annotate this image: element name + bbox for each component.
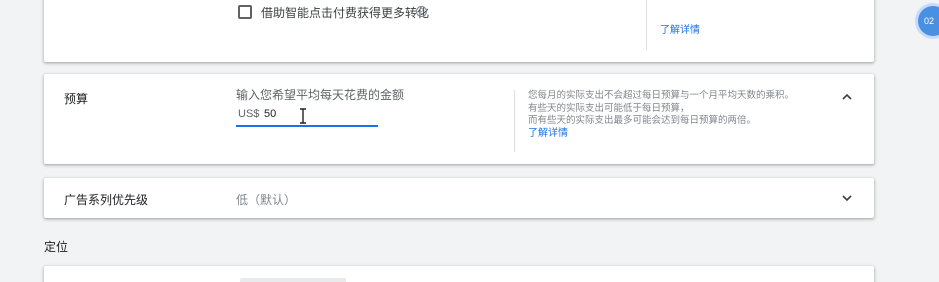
- currency-prefix: US$: [238, 108, 260, 120]
- budget-card: 预算 输入您希望平均每天花费的金额 US$ 50 您每月的实际支出不会超过每日预…: [44, 74, 874, 164]
- budget-label: 预算: [64, 92, 89, 106]
- placeholder-bar: [240, 278, 346, 282]
- targeting-card: [44, 266, 874, 282]
- learn-more-link[interactable]: 了解详情: [528, 128, 794, 141]
- campaign-priority-value: 低（默认）: [236, 193, 297, 207]
- enhanced-cpc-checkbox[interactable]: [238, 5, 252, 19]
- smart-bidding-card: 借助智能点击付费获得更多转化 ? · · · · · · · · · · · ·…: [44, 0, 874, 62]
- help-icon[interactable]: ?: [416, 6, 427, 17]
- budget-help-line: 而有些天的实际支出最多可能会达到每日预算的两倍。: [528, 115, 757, 126]
- targeting-heading: 定位: [44, 240, 69, 254]
- budget-value[interactable]: 50: [264, 108, 276, 120]
- budget-help-text: 您每月的实际支出不会超过每日预算与一个月平均天数的乘积。 有些天的实际支出可能低…: [528, 90, 794, 140]
- budget-help-line: 有些天的实际支出可能低于每日预算，: [528, 102, 690, 114]
- chevron-down-icon[interactable]: [842, 193, 852, 203]
- learn-more-link[interactable]: 了解详情: [660, 21, 700, 36]
- help-text-cut: · · · · · · · · · · · · · ·: [660, 0, 751, 4]
- campaign-priority-card[interactable]: 广告系列优先级 低（默认）: [44, 178, 874, 218]
- divider: [514, 90, 515, 152]
- text-cursor-icon: [300, 108, 306, 124]
- budget-prompt: 输入您希望平均每天花费的金额: [236, 88, 405, 102]
- budget-help-line: 您每月的实际支出不会超过每日预算与一个月平均天数的乘积。: [528, 90, 795, 101]
- enhanced-cpc-label[interactable]: 借助智能点击付费获得更多转化: [261, 4, 429, 21]
- campaign-priority-label: 广告系列优先级: [64, 193, 149, 207]
- side-badge[interactable]: 02: [918, 6, 939, 36]
- divider: [646, 0, 647, 50]
- chevron-up-icon[interactable]: [842, 92, 852, 102]
